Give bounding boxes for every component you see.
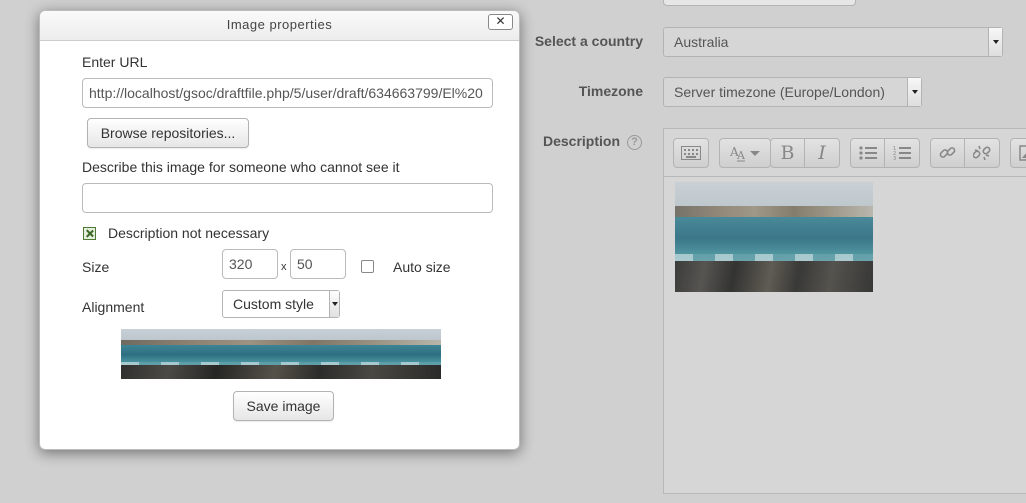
- editor-toolbar: AA B I 123: [663, 128, 1026, 176]
- timezone-label: Timezone: [578, 83, 643, 99]
- image-properties-dialog: Image properties ✕ Enter URL http://loca…: [39, 10, 520, 450]
- timezone-select[interactable]: Server timezone (Europe/London): [663, 77, 922, 107]
- ordered-list-icon[interactable]: 123: [885, 139, 919, 167]
- size-separator: x: [281, 261, 287, 273]
- browse-repositories-button[interactable]: Browse repositories...: [87, 118, 249, 148]
- close-icon[interactable]: ✕: [488, 14, 513, 30]
- country-select[interactable]: Australia: [663, 27, 1003, 57]
- country-label: Select a country: [534, 33, 643, 49]
- background-top-input: [663, 0, 856, 6]
- height-input[interactable]: 50: [290, 249, 346, 279]
- alignment-select[interactable]: Custom style: [222, 290, 340, 318]
- width-input[interactable]: 320: [222, 249, 278, 279]
- alt-text-input[interactable]: [82, 183, 493, 213]
- url-label: Enter URL: [82, 54, 148, 70]
- country-select-value: Australia: [674, 34, 729, 50]
- alignment-select-value: Custom style: [233, 296, 314, 312]
- unlink-icon[interactable]: [965, 139, 999, 167]
- svg-text:A: A: [736, 149, 746, 162]
- dialog-title: Image properties: [226, 17, 333, 32]
- description-label: Description: [542, 133, 620, 149]
- timezone-select-value: Server timezone (Europe/London): [674, 84, 885, 100]
- editor-content-area[interactable]: [663, 176, 1026, 494]
- editor-embedded-image[interactable]: [675, 182, 873, 292]
- toolbar-group-2: AA: [719, 138, 771, 168]
- unordered-list-icon[interactable]: [851, 139, 885, 167]
- help-icon[interactable]: ?: [627, 135, 642, 150]
- image-icon[interactable]: [1011, 139, 1026, 167]
- alt-text-label: Describe this image for someone who cann…: [82, 159, 400, 175]
- chevron-down-icon: [329, 291, 339, 317]
- auto-size-label: Auto size: [393, 259, 451, 275]
- url-input[interactable]: http://localhost/gsoc/draftfile.php/5/us…: [82, 78, 493, 108]
- link-icon[interactable]: [931, 139, 965, 167]
- alignment-label: Alignment: [82, 299, 145, 315]
- bold-icon[interactable]: B: [771, 139, 805, 167]
- image-preview: [121, 329, 441, 379]
- italic-icon[interactable]: I: [805, 139, 839, 167]
- toolbar-group-4: 123: [850, 138, 920, 168]
- description-not-necessary-label: Description not necessary: [108, 225, 270, 241]
- svg-text:3: 3: [893, 156, 896, 161]
- toolbar-group-6: [1010, 138, 1026, 168]
- auto-size-checkbox[interactable]: [361, 260, 374, 273]
- save-image-button[interactable]: Save image: [233, 391, 334, 421]
- font-style-icon[interactable]: AA: [720, 139, 770, 167]
- chevron-down-icon: [907, 78, 921, 106]
- toolbar-group-1: [673, 138, 709, 168]
- dialog-header: Image properties ✕: [40, 11, 519, 41]
- keyboard-icon[interactable]: [674, 139, 708, 167]
- toolbar-group-3: B I: [770, 138, 840, 168]
- description-not-necessary-checkbox[interactable]: [83, 227, 96, 240]
- size-label: Size: [82, 259, 110, 275]
- toolbar-group-5: [930, 138, 1000, 168]
- chevron-down-icon: [988, 28, 1002, 56]
